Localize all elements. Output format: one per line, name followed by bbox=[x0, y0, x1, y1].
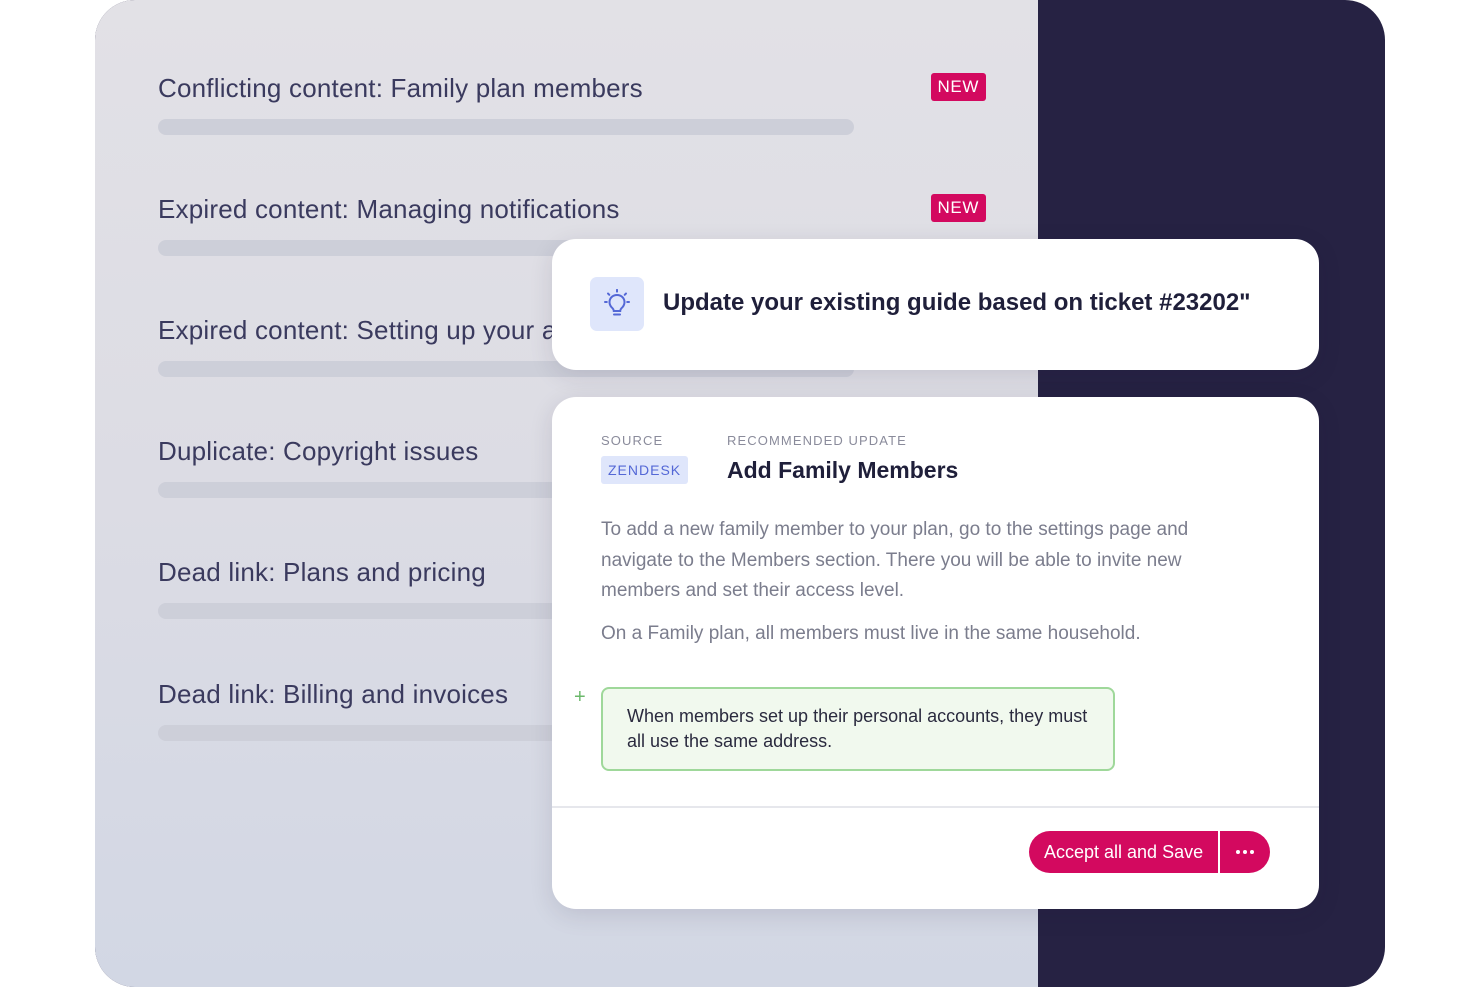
suggestion-text: Update your existing guide based on tick… bbox=[663, 289, 1251, 316]
more-dots-icon bbox=[1236, 850, 1255, 854]
recommendation-card: SOURCE ZENDESK RECOMMENDED UPDATE Add Fa… bbox=[552, 397, 1319, 909]
stage: Conflicting content: Family plan members… bbox=[0, 0, 1480, 987]
card-divider bbox=[552, 806, 1319, 808]
issue-progress-bar bbox=[158, 119, 854, 135]
added-text-block[interactable]: When members set up their personal accou… bbox=[601, 687, 1115, 771]
issue-title: Dead link: Plans and pricing bbox=[158, 557, 486, 587]
issue-title: Expired content: Managing notifications bbox=[158, 194, 620, 224]
recommended-update-label: RECOMMENDED UPDATE bbox=[727, 433, 907, 448]
issue-title: Dead link: Billing and invoices bbox=[158, 679, 509, 709]
source-label: SOURCE bbox=[601, 433, 664, 448]
issue-title: Conflicting content: Family plan members bbox=[158, 73, 643, 103]
plus-icon: + bbox=[574, 686, 586, 708]
accept-all-save-button[interactable]: Accept all and Save bbox=[1029, 831, 1219, 873]
more-options-button[interactable] bbox=[1220, 831, 1271, 873]
issue-item[interactable]: Conflicting content: Family plan members… bbox=[158, 71, 986, 143]
lightbulb-icon bbox=[590, 277, 644, 331]
save-button-group: Accept all and Save bbox=[1029, 831, 1271, 873]
suggestion-card[interactable]: Update your existing guide based on tick… bbox=[552, 239, 1319, 370]
new-badge: NEW bbox=[930, 73, 986, 101]
recommendation-title: Add Family Members bbox=[727, 457, 959, 483]
recommendation-paragraph: To add a new family member to your plan,… bbox=[601, 519, 1189, 601]
recommendation-paragraph: On a Family plan, all members must live … bbox=[601, 623, 1141, 644]
source-chip: ZENDESK bbox=[601, 456, 689, 484]
issue-title: Duplicate: Copyright issues bbox=[158, 436, 479, 466]
new-badge: NEW bbox=[930, 194, 986, 222]
